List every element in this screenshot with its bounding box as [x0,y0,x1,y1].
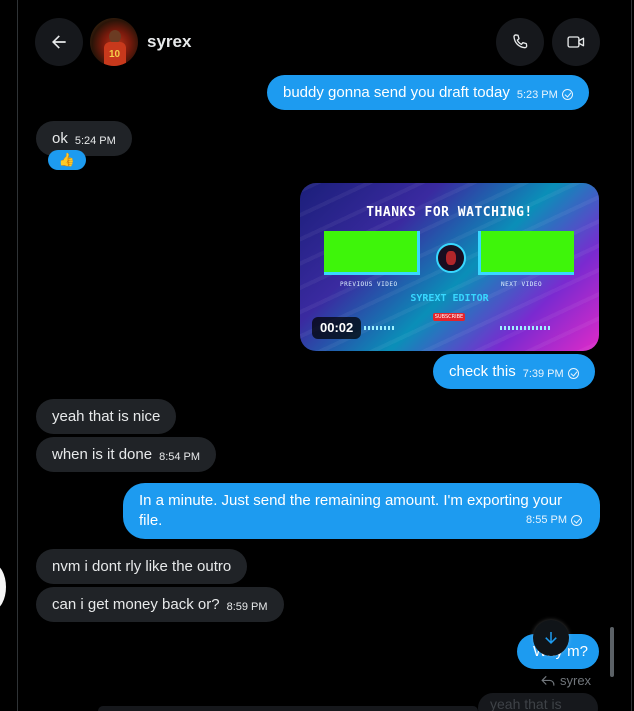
previous-video-label: PREVIOUS VIDEO [340,281,398,288]
arrow-left-icon [52,35,66,49]
reply-preview-text: yeah that is nice [490,696,562,711]
reply-target-name: syrex [560,673,592,688]
reaction-badge[interactable]: 👍 [48,150,86,170]
message-text: In a minute. Just send the remaining amo… [139,492,563,529]
message-bubble-outgoing[interactable]: In a minute. Just send the remaining amo… [123,483,600,539]
message-bubble-incoming[interactable]: ok 5:24 PM [36,121,132,156]
message-timestamp: 8:54 PM [159,450,201,463]
message-text: buddy gonna send you draft today [283,83,510,101]
partial-avatar [0,564,6,610]
message-time: 7:39 PM [523,364,579,384]
reply-preview-bubble: yeah that is nice [478,693,598,711]
channel-logo [436,243,466,273]
message-text: ok [52,129,68,147]
seen-check-icon [567,368,579,379]
message-timestamp: 7:39 PM [522,367,564,380]
decorative-bar [364,326,396,330]
voice-call-button[interactable] [496,18,544,66]
decorative-bar [500,326,550,330]
scroll-to-bottom-button[interactable] [533,620,569,656]
next-video-screen [478,231,574,275]
message-timestamp: 8:59 PM [226,600,268,613]
divider [17,0,18,711]
video-camera-icon [567,36,585,48]
message-bubble-outgoing[interactable]: check this 7:39 PM [433,354,595,389]
message-bubble-outgoing[interactable]: buddy gonna send you draft today 5:23 PM [267,75,589,110]
video-attachment[interactable]: THANKS FOR WATCHING! PREVIOUS VIDEO NEXT… [300,183,599,351]
message-bubble-incoming[interactable]: nvm i dont rly like the outro [36,549,248,584]
message-bubble-incoming[interactable]: when is it done 8:54 PM [36,437,217,472]
message-text: when is it done [52,445,153,463]
video-frame-title: THANKS FOR WATCHING! [366,205,533,220]
arrow-down-icon [545,632,557,644]
conversation-header: 10 syrex [18,0,630,84]
phone-icon [513,34,528,49]
reply-arrow-icon [541,675,555,686]
thumbs-up-icon: 👍 [58,152,76,167]
message-timestamp: 5:23 PM [516,88,558,101]
composer-edge [98,706,478,711]
message-text: nvm i dont rly like the outro [52,557,232,575]
message-bubble-incoming[interactable]: can i get money back or? 8:59 PM [36,587,284,622]
scrollbar-thumb[interactable] [610,627,614,677]
conversation-username[interactable]: syrex [147,32,191,52]
message-text: can i get money back or? [52,595,220,613]
seen-check-icon [561,89,573,100]
message-time: 8:55 PM [526,510,582,530]
divider [631,0,632,711]
seen-check-icon [571,514,582,526]
video-duration: 00:02 [312,317,362,339]
reply-indicator: syrex [541,673,591,688]
next-video-label: NEXT VIDEO [501,281,543,288]
back-button[interactable] [35,18,83,66]
previous-video-screen [324,231,420,275]
message-bubble-incoming[interactable]: yeah that is nice [36,399,177,434]
message-text: check this [449,362,516,380]
chat-window: 10 syrex buddy gonna send you draft toda… [0,0,634,711]
message-timestamp: 5:24 PM [74,134,116,147]
subscribe-badge: SUBSCRIBE [433,313,465,321]
video-call-button[interactable] [552,18,600,66]
message-time: 5:23 PM [517,85,573,105]
avatar-jersey-number: 10 [109,49,121,60]
avatar[interactable]: 10 [90,18,138,66]
message-text: yeah that is nice [52,407,161,425]
message-timestamp: 8:55 PM [526,514,567,526]
editor-credit: SYREXT EDITOR [410,293,489,304]
